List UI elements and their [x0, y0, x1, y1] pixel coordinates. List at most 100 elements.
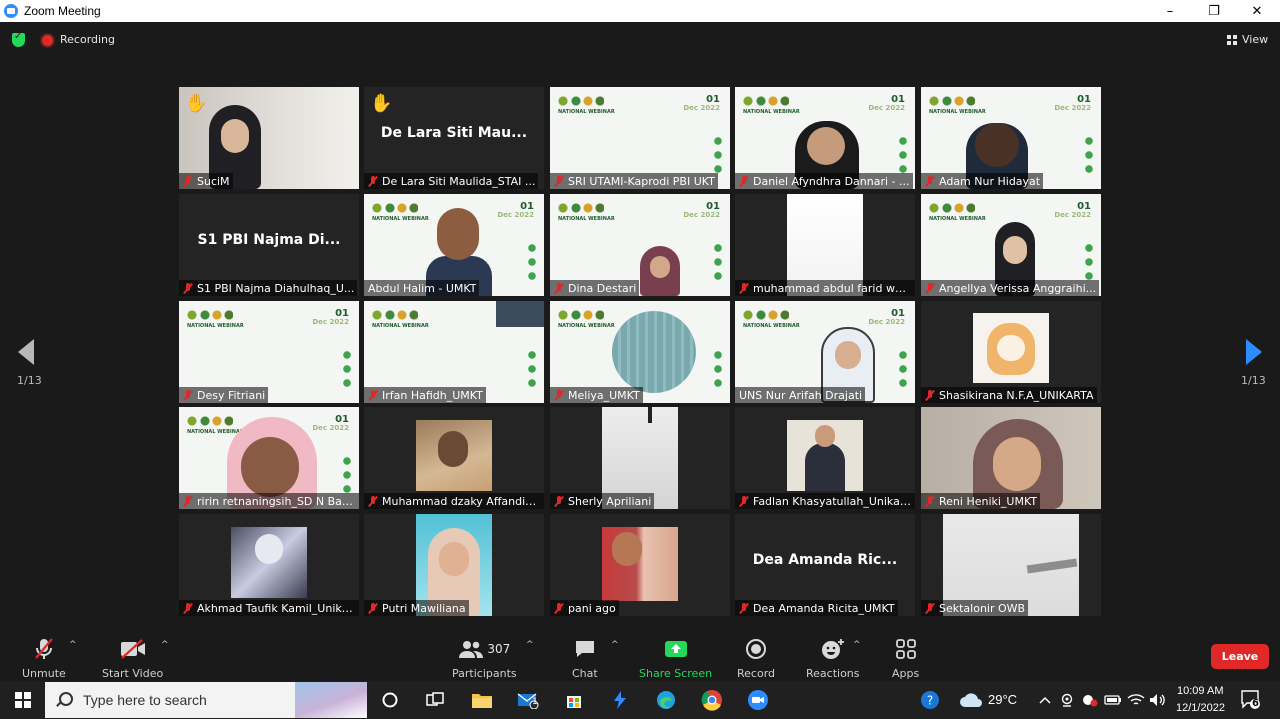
chrome-browser-icon[interactable]: [701, 689, 723, 711]
edge-browser-icon[interactable]: [655, 689, 677, 711]
video-tile[interactable]: Dea Amanda Ric... Dea Amanda Ricita_UMKT: [735, 514, 915, 616]
video-gallery-grid: ✋ SuciM ✋ De Lara Siti Mau... De Lara Si…: [179, 87, 1101, 616]
view-button[interactable]: View: [1227, 33, 1268, 46]
maximize-button[interactable]: ❐: [1194, 0, 1234, 22]
microsoft-store-icon[interactable]: [563, 689, 585, 711]
participant-face: [438, 431, 468, 467]
apps-button[interactable]: Apps: [892, 638, 919, 680]
help-icon[interactable]: ?: [919, 689, 941, 711]
tile-name-bar: SuciM: [179, 173, 233, 189]
tile-name-bar: ririn retnaningsih_SD N Ban...: [179, 493, 359, 509]
video-tile[interactable]: pani ago: [550, 514, 730, 616]
taskbar-search-box[interactable]: Type here to search: [45, 682, 367, 718]
previous-page-arrow-icon[interactable]: [18, 339, 34, 365]
unmute-button[interactable]: Unmute: [22, 638, 66, 680]
meeting-top-bar: [0, 22, 1280, 62]
video-tile[interactable]: muhammad abdul farid wa...: [735, 194, 915, 296]
camera-tray-icon[interactable]: [1058, 689, 1076, 711]
participants-options-chevron-icon[interactable]: ^: [526, 640, 534, 650]
participant-name: Irfan Hafidh_UMKT: [382, 388, 483, 402]
mic-muted-icon: [925, 602, 935, 614]
video-tile[interactable]: Fadlan Khasyatullah_Unikarta: [735, 407, 915, 509]
mic-muted-icon: [925, 495, 935, 507]
weather-temperature[interactable]: 29°C: [988, 692, 1017, 707]
clock-time[interactable]: 10:09 AM: [1177, 685, 1223, 697]
video-tile[interactable]: Sherly Apriliani: [550, 407, 730, 509]
tile-name-bar: Angellya Verissa Anggraihi...: [921, 280, 1100, 296]
video-options-chevron-icon[interactable]: ^: [161, 640, 169, 650]
volume-icon[interactable]: [1148, 689, 1168, 711]
object-in-feed: [648, 407, 652, 423]
video-tile[interactable]: Shasikirana N.F.A_UNIKARTA: [921, 301, 1101, 403]
audio-options-chevron-icon[interactable]: ^: [69, 640, 77, 650]
video-tile[interactable]: NATIONAL WEBINAR Meliya_UMKT: [550, 301, 730, 403]
recording-label[interactable]: Recording: [60, 33, 115, 46]
webinar-heading: NATIONAL WEBINAR: [372, 216, 429, 222]
clock-date[interactable]: 12/1/2022: [1176, 702, 1225, 714]
chat-button[interactable]: Chat: [572, 638, 598, 680]
start-video-button[interactable]: Start Video: [102, 638, 163, 680]
video-tile[interactable]: NATIONAL WEBINAR 01 Dec 2022 Desy Fitrian…: [179, 301, 359, 403]
video-tile[interactable]: Akhmad Taufik Kamil_Unika...: [179, 514, 359, 616]
video-tile[interactable]: NATIONAL WEBINAR Irfan Hafidh_UMKT: [364, 301, 544, 403]
video-tile[interactable]: ✋ De Lara Siti Mau... De Lara Siti Mauli…: [364, 87, 544, 189]
share-screen-label: Share Screen: [639, 667, 713, 680]
reactions-button[interactable]: Reactions: [806, 638, 860, 680]
mail-icon[interactable]: 1: [517, 689, 539, 711]
webinar-date-month: Dec 2022: [312, 318, 349, 326]
cortana-icon[interactable]: [379, 689, 401, 711]
recording-tray-icon[interactable]: [1080, 689, 1100, 711]
task-view-icon[interactable]: [424, 689, 446, 711]
participant-face: [612, 532, 642, 566]
tile-name-bar: Meliya_UMKT: [550, 387, 643, 403]
shield-icon[interactable]: [12, 31, 25, 47]
weather-cloud-icon[interactable]: [958, 689, 984, 711]
participants-button[interactable]: 307 Participants: [452, 638, 517, 680]
webinar-heading: NATIONAL WEBINAR: [187, 323, 244, 329]
raised-hand-icon: ✋: [185, 93, 208, 114]
video-tile[interactable]: NATIONAL WEBINAR 01 Dec 2022 UNS Nur Arif…: [735, 301, 915, 403]
show-hidden-icons-chevron-icon[interactable]: [1036, 689, 1054, 711]
mic-muted-icon: [739, 282, 749, 294]
video-tile[interactable]: NATIONAL WEBINAR 01 Dec 2022 SRI UTAMI-Ka…: [550, 87, 730, 189]
tile-name-bar: Sektalonir OWB: [921, 600, 1029, 616]
video-tile[interactable]: Reni Heniki_UMKT: [921, 407, 1101, 509]
video-tile[interactable]: S1 PBI Najma Di... S1 PBI Najma Diahulha…: [179, 194, 359, 296]
video-tile[interactable]: NATIONAL WEBINAR 01 Dec 2022 Adam Nur Hid…: [921, 87, 1101, 189]
video-tile[interactable]: NATIONAL WEBINAR 01 Dec 2022 Angellya Ver…: [921, 194, 1101, 296]
close-button[interactable]: ✕: [1237, 0, 1277, 22]
video-tile-active-speaker[interactable]: NATIONAL WEBINAR 01 Dec 2022 Abdul Halim …: [364, 194, 544, 296]
mic-muted-icon: [368, 175, 378, 187]
next-page-arrow-icon[interactable]: [1246, 339, 1262, 365]
reactions-options-chevron-icon[interactable]: ^: [853, 640, 861, 650]
notification-center-icon[interactable]: 6: [1240, 689, 1260, 709]
share-screen-button[interactable]: Share Screen: [639, 638, 712, 680]
search-placeholder: Type here to search: [83, 692, 207, 708]
wifi-icon[interactable]: [1126, 689, 1146, 711]
participant-name: Adam Nur Hidayat: [939, 174, 1041, 188]
mic-muted-icon: [925, 175, 935, 187]
power-automate-icon[interactable]: [609, 689, 631, 711]
participant-name: Akhmad Taufik Kamil_Unika...: [197, 601, 356, 615]
video-tile[interactable]: ✋ SuciM: [179, 87, 359, 189]
video-tile[interactable]: NATIONAL WEBINAR 01 Dec 2022 Daniel Afynd…: [735, 87, 915, 189]
video-tile[interactable]: Putri Mawiliana: [364, 514, 544, 616]
webinar-date-month: Dec 2022: [683, 104, 720, 112]
participant-name: Sherly Apriliani: [568, 494, 652, 508]
mic-muted-icon: [183, 175, 193, 187]
video-tile[interactable]: NATIONAL WEBINAR 01 Dec 2022 Dina Destari: [550, 194, 730, 296]
file-explorer-icon[interactable]: [471, 689, 493, 711]
record-button[interactable]: Record: [737, 638, 775, 680]
windows-start-icon[interactable]: [15, 692, 31, 708]
minimize-button[interactable]: –: [1150, 0, 1190, 22]
participant-name: UNS Nur Arifah Drajati: [739, 388, 863, 402]
tile-name-bar: Muhammad dzaky Affandi_...: [364, 493, 544, 509]
zoom-app-taskbar-icon[interactable]: [747, 689, 769, 711]
participant-name: Angellya Verissa Anggraihi...: [939, 281, 1097, 295]
leave-button[interactable]: Leave: [1211, 644, 1269, 669]
video-tile[interactable]: Sektalonir OWB: [921, 514, 1101, 616]
battery-icon[interactable]: [1103, 689, 1123, 711]
chat-options-chevron-icon[interactable]: ^: [611, 640, 619, 650]
video-tile[interactable]: Muhammad dzaky Affandi_...: [364, 407, 544, 509]
video-tile[interactable]: NATIONAL WEBINAR 01 Dec 2022 ririn retnan…: [179, 407, 359, 509]
